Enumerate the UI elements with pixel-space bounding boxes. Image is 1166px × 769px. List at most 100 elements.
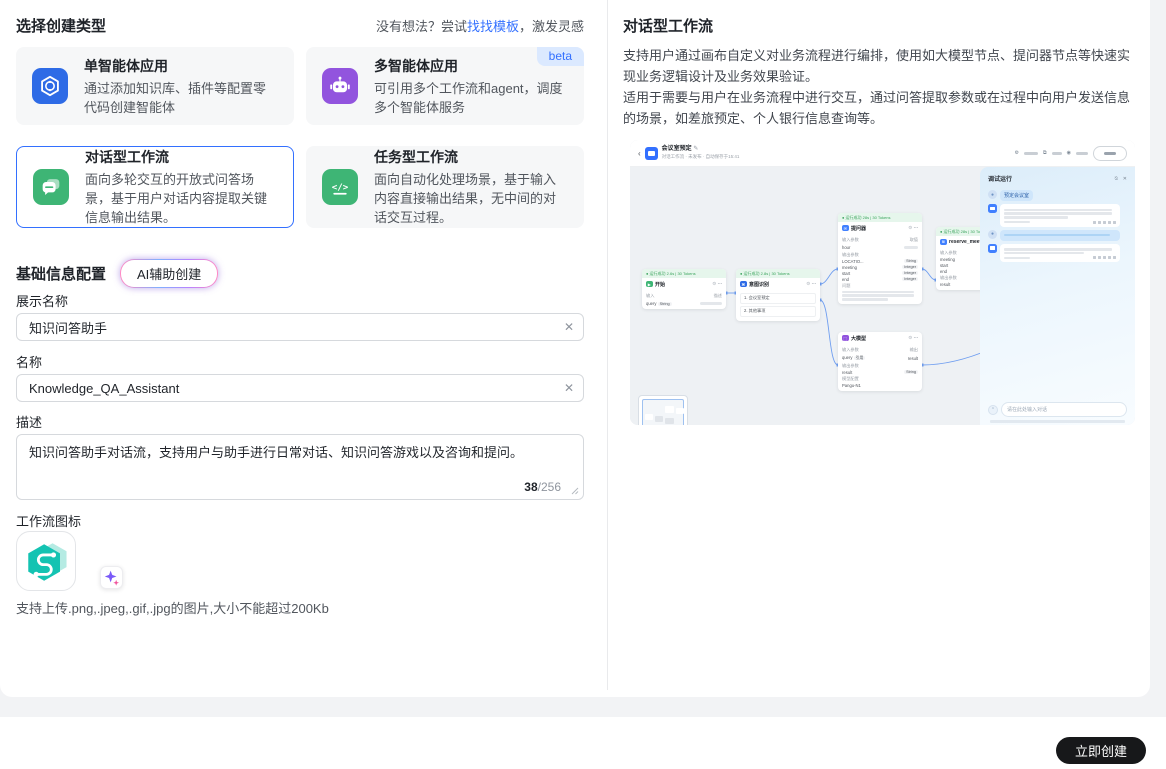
hint-suffix: ，激发灵感 xyxy=(518,19,584,34)
main-panel: 选择创建类型 没有想法？尝试找找模板，激发灵感 单智能体应用 通过添加知识库、插… xyxy=(0,0,1150,697)
text-line xyxy=(1004,208,1112,211)
text-line xyxy=(1004,252,1084,255)
text-line xyxy=(1004,248,1112,251)
copy-icon: ⧉ xyxy=(1043,150,1047,156)
assistant-bubble xyxy=(1000,204,1120,227)
card-title: 对话型工作流 xyxy=(85,149,169,165)
chat-message-assistant xyxy=(980,201,1135,227)
workflow-preview-image: ‹ 会议室预定 ✎ 对话工作流 · 未发布 · 自动保存于15:41 ⚙ ⧉ ◉ xyxy=(630,140,1135,425)
ai-assist-create-button[interactable]: AI辅助创建 xyxy=(120,259,218,288)
template-hint: 没有想法？尝试找找模板，激发灵感 xyxy=(376,16,584,35)
text-line xyxy=(1004,216,1068,219)
text-line xyxy=(904,246,918,249)
name-field-wrap: ✕ xyxy=(16,374,584,402)
create-now-button[interactable]: 立即创建 xyxy=(1055,737,1146,764)
multi-agent-icon xyxy=(322,68,358,104)
char-counter: 38/256 xyxy=(524,480,561,494)
preview-title-block: 会议室预定 ✎ 对话工作流 · 未发布 · 自动保存于15:41 xyxy=(662,146,740,159)
node-intent: ● 运行成功 2.8s | 30 Tokens ⌘ 意图识别 ⚙ ⋯ 1. 会议室预… xyxy=(736,269,820,321)
node-status: ● 运行成功 2.8s | 30 Tokens xyxy=(736,269,820,278)
user-bubble: 预定会议室 xyxy=(1000,190,1034,201)
preview-canvas: ● 运行成功 2.6s | 30 Tokens ▶ 开始 ⚙ ⋯ 输入 描述 quer… xyxy=(630,167,1135,425)
text-line xyxy=(842,290,914,293)
description-label: 描述 xyxy=(16,415,43,430)
single-agent-icon xyxy=(32,68,68,104)
user-avatar: ● xyxy=(988,190,997,199)
display-name-input[interactable] xyxy=(16,313,584,341)
message-action-icons xyxy=(1093,256,1116,260)
assistant-avatar xyxy=(988,243,997,253)
llm-node-icon: ⬚ xyxy=(842,334,849,342)
close-icon: ✕ xyxy=(1122,175,1127,182)
chat-input: 请在此处输入对话 xyxy=(1001,402,1127,417)
svg-text:</>: </> xyxy=(332,182,349,193)
publish-button xyxy=(1093,145,1127,161)
text-line xyxy=(1051,151,1062,155)
node-menu-icon: ⚙ ⋯ xyxy=(908,335,918,340)
intent-item: 1. 会议室预定 xyxy=(740,292,816,304)
card-title: 单智能体应用 xyxy=(84,57,168,74)
chat-input-row: ⌃ 请在此处输入对话 xyxy=(988,402,1127,417)
workflow-icon-label: 工作流图标 xyxy=(16,514,82,529)
node-status: ● 运行成功 28s | 30 Tokens xyxy=(838,213,922,222)
clear-name-icon[interactable]: ✕ xyxy=(564,382,574,394)
ai-generate-icon-button[interactable] xyxy=(100,566,123,589)
intent-item: 2. 其他事项 xyxy=(740,305,816,317)
text-line xyxy=(700,302,722,305)
description-line-1: 支持用户通过画布自定义对业务流程进行编排，使用如大模型节点、提问器节点等快速实现… xyxy=(623,48,1131,84)
find-template-link[interactable]: 找找模板 xyxy=(467,19,519,34)
section-title-create-type: 选择创建类型 xyxy=(16,18,107,35)
debug-run-panel: 调试运行 ⍉ ✕ ● 预定会议室 ● ⌃ 请在此处输入对话 xyxy=(980,167,1135,425)
preview-titlebar: ‹ 会议室预定 ✎ 对话工作流 · 未发布 · 自动保存于15:41 ⚙ ⧉ ◉ xyxy=(630,140,1135,167)
upload-hint-text: 支持上传.png,.jpeg,.gif,.jpg的图片,大小不能超过200Kb xyxy=(16,601,329,616)
card-desc: 可引用多个工作流和agent，调度多个智能体服务 xyxy=(374,80,563,115)
start-node-icon: ▶ xyxy=(646,280,653,288)
card-chat-workflow[interactable]: 对话型工作流 面向多轮交互的开放式问答场景，基于用户对话内容提取关键信息输出结果… xyxy=(16,146,294,228)
text-line xyxy=(1004,233,1110,237)
text-line xyxy=(842,298,888,301)
timestamp xyxy=(1004,220,1030,224)
chat-workflow-icon xyxy=(33,169,69,205)
workflow-hexagon-icon xyxy=(28,543,67,581)
run-icon: ◉ xyxy=(1066,150,1071,156)
name-input[interactable] xyxy=(16,374,584,402)
preview-panel-description: 支持用户通过画布自定义对业务流程进行编排，使用如大模型节点、提问器节点等快速实现… xyxy=(623,45,1135,129)
section-title-basic-info: 基础信息配置 xyxy=(16,266,107,283)
debug-panel-title: 调试运行 xyxy=(988,177,1013,183)
chat-message-user: ● 预定会议室 xyxy=(980,187,1135,201)
description-field-wrap: 知识问答助手对话流，支持用户与助手进行日常对话、知识问答游戏以及咨询和提问。 3… xyxy=(16,434,584,500)
resize-grip-icon[interactable] xyxy=(570,486,579,495)
column-divider xyxy=(607,0,608,690)
char-count: 38 xyxy=(524,480,538,494)
api-node-icon: ≋ xyxy=(940,238,947,245)
card-task-workflow[interactable]: </> 任务型工作流 面向自动化处理场景，基于输入内容直接输出结果，无中间的对话… xyxy=(306,146,584,228)
create-app-page: 选择创建类型 没有想法？尝试找找模板，激发灵感 单智能体应用 通过添加知识库、插… xyxy=(0,0,1166,769)
workflow-icon-upload[interactable] xyxy=(16,531,76,591)
user-bubble xyxy=(1000,229,1120,241)
hint-prefix: 没有想法？尝试 xyxy=(375,19,467,34)
trash-icon: ⍉ xyxy=(1114,175,1118,182)
text-line xyxy=(842,294,914,297)
beta-badge: beta xyxy=(536,47,584,66)
assistant-avatar xyxy=(988,204,997,213)
card-desc: 通过添加知识库、插件等配置零代码创建智能体 xyxy=(84,80,267,115)
clear-display-name-icon[interactable]: ✕ xyxy=(564,321,574,333)
node-menu-icon: ⚙ ⋯ xyxy=(908,225,918,230)
edit-icon: ✎ xyxy=(693,146,699,153)
card-desc: 面向自动化处理场景，基于输入内容直接输出结果，无中间的对话交互过程。 xyxy=(374,172,557,225)
display-name-field-wrap: ✕ xyxy=(16,313,584,341)
card-single-agent-app[interactable]: 单智能体应用 通过添加知识库、插件等配置零代码创建智能体 xyxy=(16,47,294,125)
card-multi-agent-app[interactable]: beta 多智能体应用 可引用多个工作流和agent，调度多个智能体服务 xyxy=(306,47,584,125)
upload-icon: ⌃ xyxy=(988,404,998,415)
questioner-node-icon: ✉ xyxy=(842,224,849,232)
sparkle-icon xyxy=(104,570,120,586)
node-status: ● 运行成功 2.6s | 30 Tokens xyxy=(642,269,726,278)
text-line xyxy=(1004,212,1112,215)
char-max: /256 xyxy=(537,480,561,494)
text-line xyxy=(1024,151,1039,155)
message-action-icons xyxy=(1093,220,1116,224)
description-textarea[interactable]: 知识问答助手对话流，支持用户与助手进行日常对话、知识问答游戏以及咨询和提问。 xyxy=(17,435,583,499)
description-line-2: 适用于需要与用户在业务流程中进行交互，通过问答提取参数或在过程中向用户发送信息的… xyxy=(623,90,1131,126)
assistant-bubble xyxy=(1000,243,1120,263)
display-name-label: 展示名称 xyxy=(16,294,69,309)
